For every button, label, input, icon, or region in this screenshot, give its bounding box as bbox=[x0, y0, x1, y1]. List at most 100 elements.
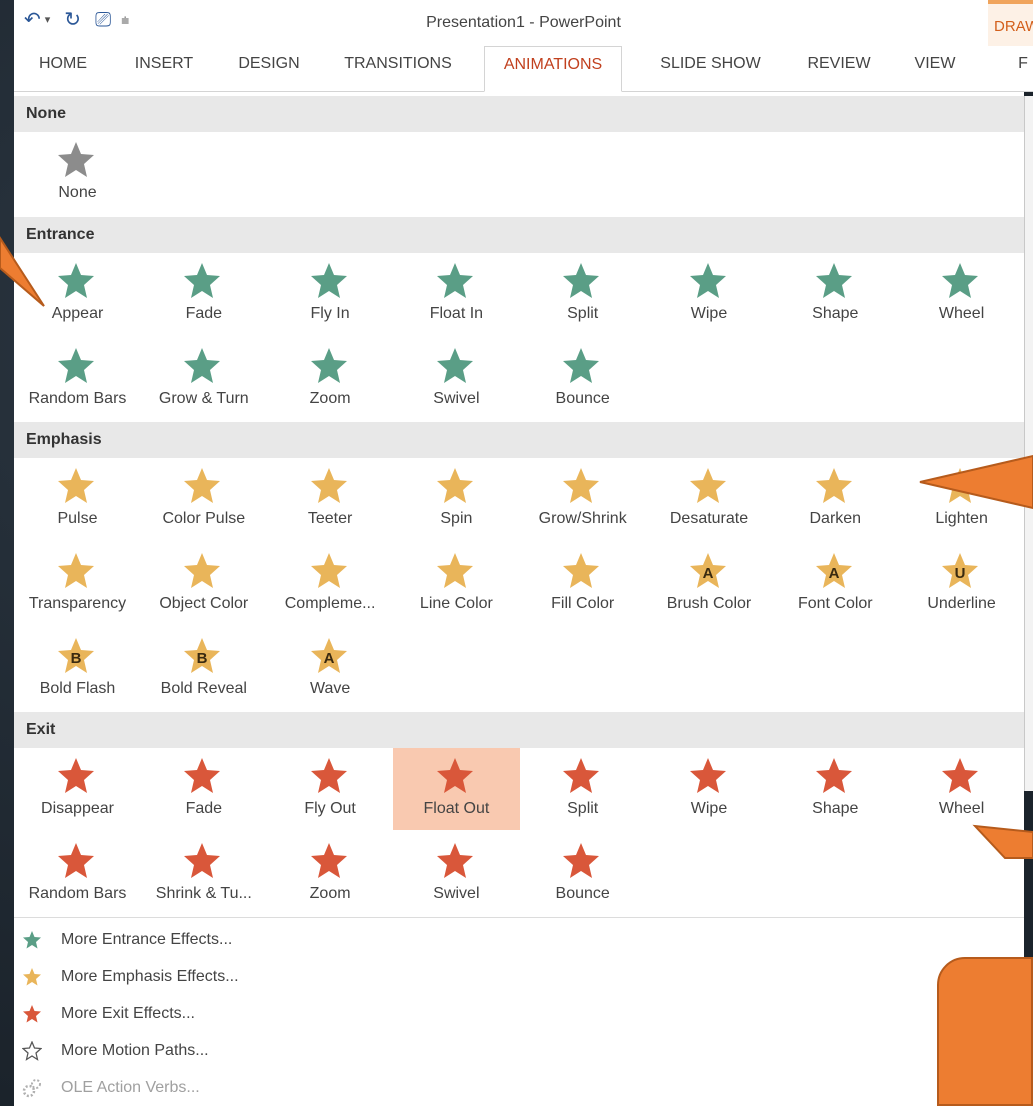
effect-label: Wave bbox=[309, 680, 351, 697]
exit-effect-split[interactable]: Split bbox=[519, 748, 646, 830]
tab-insert[interactable]: INSERT bbox=[119, 46, 209, 92]
entrance-effect-random-bars[interactable]: Random Bars bbox=[14, 338, 141, 420]
emphasis-effect-bold-reveal[interactable]: B Bold Reveal bbox=[140, 628, 267, 710]
tab-review[interactable]: REVIEW bbox=[794, 46, 884, 92]
contextual-tab-drawing-tools[interactable]: DRAWING TOOLS bbox=[988, 0, 1033, 46]
emphasis-effect-wave[interactable]: A Wave bbox=[267, 628, 394, 710]
emphasis-effect-transparency[interactable]: Transparency bbox=[14, 543, 141, 625]
exit-effect-random-bars[interactable]: Random Bars bbox=[14, 833, 141, 915]
entrance-effect-zoom[interactable]: Zoom bbox=[267, 338, 394, 420]
title-bar: ↶▾ ↻ ⎚ ⩧ Presentation1 - PowerPoint DRAW… bbox=[14, 0, 1033, 46]
entrance-star-icon bbox=[563, 263, 600, 298]
emphasis-effect-fill-color[interactable]: Fill Color bbox=[519, 543, 646, 625]
emphasis-star-icon: A bbox=[310, 638, 347, 673]
emphasis-star-icon bbox=[58, 468, 94, 503]
more-option-more-exit-effects[interactable]: More Exit Effects... bbox=[14, 996, 414, 1032]
entrance-effect-split[interactable]: Split bbox=[519, 253, 646, 335]
entrance-effect-float-in[interactable]: Float In bbox=[393, 253, 520, 335]
effect-label: Fill Color bbox=[551, 595, 615, 612]
emphasis-effect-lighten[interactable]: Lighten bbox=[898, 458, 1024, 540]
window-title: Presentation1 - PowerPoint bbox=[426, 14, 621, 31]
emphasis-effect-pulse[interactable]: Pulse bbox=[14, 458, 141, 540]
exit-effect-disappear[interactable]: Disappear bbox=[14, 748, 141, 830]
tab-format[interactable]: F bbox=[1008, 46, 1033, 92]
tab-view[interactable]: VIEW bbox=[898, 46, 972, 92]
emphasis-star-icon bbox=[310, 553, 347, 588]
tab-design[interactable]: DESIGN bbox=[219, 46, 319, 92]
svg-text:B: B bbox=[197, 650, 208, 667]
exit-effect-fade[interactable]: Fade bbox=[140, 748, 267, 830]
exit-effect-shrink-tu[interactable]: Shrink & Tu... bbox=[140, 833, 267, 915]
entrance-star-icon bbox=[563, 348, 600, 383]
entrance-star-icon bbox=[436, 263, 473, 298]
none-effect-none[interactable]: None bbox=[14, 132, 141, 214]
gallery-scrollbar[interactable] bbox=[1024, 96, 1033, 791]
effect-label: Spin bbox=[440, 510, 473, 527]
entrance-effect-wipe[interactable]: Wipe bbox=[646, 253, 773, 335]
exit-star-icon bbox=[436, 758, 473, 793]
entrance-effect-appear[interactable]: Appear bbox=[14, 253, 141, 335]
tab-slide-show[interactable]: SLIDE SHOW bbox=[644, 46, 777, 92]
section-header-none: None bbox=[14, 96, 1024, 132]
emphasis-effect-brush-color[interactable]: A Brush Color bbox=[646, 543, 773, 625]
emphasis-effect-desaturate[interactable]: Desaturate bbox=[646, 458, 773, 540]
exit-effect-wheel[interactable]: Wheel bbox=[898, 748, 1024, 830]
entrance-effect-fade[interactable]: Fade bbox=[140, 253, 267, 335]
emphasis-effect-color-pulse[interactable]: Color Pulse bbox=[140, 458, 267, 540]
effect-label: Swivel bbox=[433, 885, 480, 902]
emphasis-star-icon: A bbox=[815, 553, 852, 588]
emphasis-effect-compleme[interactable]: Compleme... bbox=[267, 543, 394, 625]
none-star-icon bbox=[58, 142, 94, 177]
emphasis-effect-spin[interactable]: Spin bbox=[393, 458, 520, 540]
entrance-star-icon bbox=[310, 348, 347, 383]
ribbon-tabs: HOME INSERT DESIGN TRANSITIONS ANIMATION… bbox=[14, 46, 1033, 92]
emphasis-effect-bold-flash[interactable]: B Bold Flash bbox=[14, 628, 141, 710]
emphasis-effect-teeter[interactable]: Teeter bbox=[267, 458, 394, 540]
effect-label: Appear bbox=[51, 305, 104, 322]
exit-star-icon bbox=[563, 843, 600, 878]
entrance-effect-shape[interactable]: Shape bbox=[772, 253, 899, 335]
effect-label: Wheel bbox=[938, 305, 985, 322]
entrance-effect-wheel[interactable]: Wheel bbox=[898, 253, 1024, 335]
exit-effect-shape[interactable]: Shape bbox=[772, 748, 899, 830]
exit-effect-wipe[interactable]: Wipe bbox=[646, 748, 773, 830]
more-option-more-motion-paths[interactable]: More Motion Paths... bbox=[14, 1033, 414, 1069]
effect-label: Random Bars bbox=[28, 885, 127, 902]
tab-home[interactable]: HOME bbox=[22, 46, 104, 92]
exit-effect-swivel[interactable]: Swivel bbox=[393, 833, 520, 915]
effect-label: Fly In bbox=[310, 305, 350, 322]
emphasis-effect-object-color[interactable]: Object Color bbox=[140, 543, 267, 625]
entrance-star-icon bbox=[184, 348, 221, 383]
emphasis-effect-line-color[interactable]: Line Color bbox=[393, 543, 520, 625]
more-option-more-emphasis-effects[interactable]: More Emphasis Effects... bbox=[14, 959, 414, 995]
tab-transitions[interactable]: TRANSITIONS bbox=[332, 46, 464, 92]
effect-label: Float In bbox=[429, 305, 484, 322]
svg-text:A: A bbox=[828, 565, 839, 582]
emphasis-effect-grow-shrink[interactable]: Grow/Shrink bbox=[519, 458, 646, 540]
effect-label: None bbox=[58, 184, 97, 201]
exit-effect-fly-out[interactable]: Fly Out bbox=[267, 748, 394, 830]
emphasis-star-icon bbox=[563, 553, 600, 588]
entrance-star-icon bbox=[436, 348, 473, 383]
emphasis-effect-underline[interactable]: U Underline bbox=[898, 543, 1024, 625]
entrance-effect-swivel[interactable]: Swivel bbox=[393, 338, 520, 420]
exit-effect-bounce[interactable]: Bounce bbox=[519, 833, 646, 915]
emphasis-star-icon bbox=[58, 553, 94, 588]
emphasis-effect-font-color[interactable]: A Font Color bbox=[772, 543, 899, 625]
exit-effect-zoom[interactable]: Zoom bbox=[267, 833, 394, 915]
exit-star-icon bbox=[184, 843, 221, 878]
entrance-effect-bounce[interactable]: Bounce bbox=[519, 338, 646, 420]
entrance-effect-grow-turn[interactable]: Grow & Turn bbox=[140, 338, 267, 420]
tab-animations[interactable]: ANIMATIONS bbox=[484, 46, 622, 92]
entrance-star-icon bbox=[58, 263, 94, 298]
emphasis-star-icon bbox=[563, 468, 600, 503]
effect-label: Fly Out bbox=[304, 800, 356, 817]
entrance-star-icon bbox=[689, 263, 726, 298]
more-option-label: More Entrance Effects... bbox=[61, 931, 233, 948]
emphasis-star-icon bbox=[310, 468, 347, 503]
exit-effect-float-out[interactable]: Float Out bbox=[392, 748, 520, 830]
emphasis-effect-darken[interactable]: Darken bbox=[772, 458, 899, 540]
entrance-effect-fly-in[interactable]: Fly In bbox=[267, 253, 394, 335]
gear-icon bbox=[22, 1079, 41, 1098]
more-option-more-entrance-effects[interactable]: More Entrance Effects... bbox=[14, 922, 414, 958]
